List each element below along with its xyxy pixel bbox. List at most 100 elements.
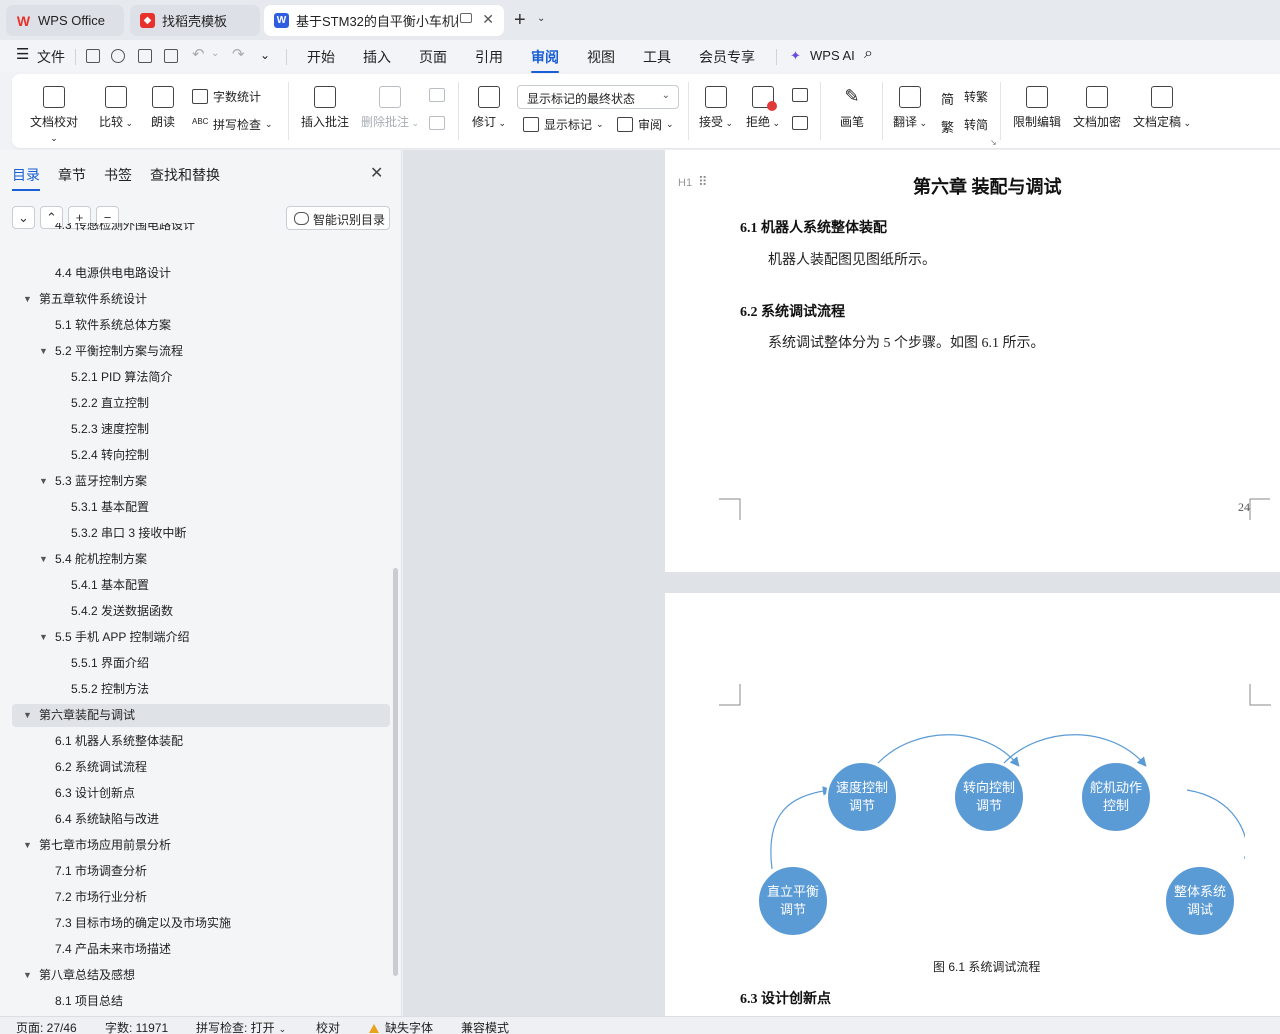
toc-item[interactable]: ▼ 第六章装配与调试 xyxy=(12,704,390,727)
next-change-icon[interactable] xyxy=(792,116,808,130)
menu-tools[interactable]: 工具 xyxy=(643,47,671,67)
next-comment-icon[interactable] xyxy=(429,116,445,130)
drag-handle-icon[interactable]: ⠿ xyxy=(698,174,708,190)
translate-button[interactable]: 翻译 ⌄ xyxy=(892,86,928,130)
hamburger-icon[interactable]: ☰ xyxy=(16,45,29,63)
toc-item[interactable]: 5.2.1 PID 算法简介 xyxy=(12,366,390,389)
doc-proof-button[interactable]: 文档校对 ⌄ xyxy=(29,86,79,144)
toc-item[interactable]: ▼ 5.3 蓝牙控制方案 xyxy=(12,470,390,493)
tab-docer-templates[interactable]: ◆ 找稻壳模板 xyxy=(130,5,260,36)
show-markup-button[interactable]: 显示标记 ⌄ xyxy=(523,116,604,133)
export-icon[interactable] xyxy=(111,49,125,63)
quick-access-more-icon[interactable]: ⌄ xyxy=(260,48,270,62)
to-traditional-button[interactable]: 简 转繁 xyxy=(941,88,988,107)
search-icon[interactable]: ⌕ xyxy=(864,45,873,63)
finalize-button[interactable]: 文档定稿 ⌄ xyxy=(1132,86,1192,130)
sidebar-scrollbar[interactable] xyxy=(393,568,398,976)
toc-item[interactable]: ▼ 5.4 舵机控制方案 xyxy=(12,548,390,571)
toc-item[interactable]: 7.2 市场行业分析 xyxy=(12,886,390,909)
expand-triangle-icon[interactable]: ▼ xyxy=(39,470,48,492)
toc-item[interactable]: 5.2.4 转向控制 xyxy=(12,444,390,467)
toc-item[interactable]: 5.2.2 直立控制 xyxy=(12,392,390,415)
print-icon[interactable] xyxy=(138,49,152,63)
section-heading-6-1[interactable]: 6.1 机器人系统整体装配 xyxy=(740,217,887,237)
toc-item[interactable]: 5.4.1 基本配置 xyxy=(12,574,390,597)
toc-item[interactable]: ▼ 5.5 手机 APP 控制端介绍 xyxy=(12,626,390,649)
encrypt-button[interactable]: 文档加密 xyxy=(1072,86,1122,130)
toc-item[interactable]: ▼ 第五章软件系统设计 xyxy=(12,288,390,311)
toc-item[interactable]: ▼ 第七章市场应用前景分析 xyxy=(12,834,390,857)
chapter-title[interactable]: 第六章 装配与调试 xyxy=(913,173,1062,199)
print-preview-icon[interactable] xyxy=(164,49,178,63)
track-changes-button[interactable]: 修订 ⌄ xyxy=(471,86,507,130)
save-icon[interactable] xyxy=(86,49,100,63)
monitor-icon[interactable] xyxy=(460,13,472,23)
tab-bookmarks[interactable]: 书签 xyxy=(104,165,132,185)
menu-review[interactable]: 审阅 xyxy=(531,47,559,73)
toc-item[interactable]: 5.1 软件系统总体方案 xyxy=(12,314,390,337)
menu-member[interactable]: 会员专享 xyxy=(699,47,755,67)
toc-item[interactable]: 6.2 系统调试流程 xyxy=(12,756,390,779)
menu-insert[interactable]: 插入 xyxy=(363,47,391,67)
figure-caption[interactable]: 图 6.1 系统调试流程 xyxy=(933,958,1040,975)
tab-find-replace[interactable]: 查找和替换 xyxy=(150,165,220,185)
section-heading-6-3[interactable]: 6.3 设计创新点 xyxy=(740,988,831,1008)
expand-triangle-icon[interactable]: ▼ xyxy=(23,704,32,726)
close-tab-icon[interactable]: ✕ xyxy=(482,11,494,28)
markup-state-select[interactable]: 显示标记的最终状态 ⌄ xyxy=(517,85,679,109)
toc-item[interactable]: 5.3.1 基本配置 xyxy=(12,496,390,519)
toc-item[interactable]: ▼ 5.2 平衡控制方案与流程 xyxy=(12,340,390,363)
expand-triangle-icon[interactable]: ▼ xyxy=(39,626,48,648)
review-pane-button[interactable]: 审阅 ⌄ xyxy=(617,116,674,133)
to-simplified-button[interactable]: 繁 转简 xyxy=(941,116,988,135)
toc-item[interactable]: 7.4 产品未来市场描述 xyxy=(12,938,390,961)
toc-item[interactable]: 5.4.2 发送数据函数 xyxy=(12,600,390,623)
toc-item[interactable]: 6.1 机器人系统整体装配 xyxy=(12,730,390,753)
reject-button[interactable]: 拒绝 ⌄ xyxy=(745,86,781,130)
dialog-launcher-icon[interactable]: ↘ xyxy=(990,138,997,147)
menu-file[interactable]: 文件 xyxy=(37,47,65,67)
expand-triangle-icon[interactable]: ▼ xyxy=(39,548,48,570)
previous-comment-icon[interactable] xyxy=(429,88,445,102)
toc-item[interactable]: 4.4 电源供电电路设计 xyxy=(12,262,390,285)
toc-item[interactable]: 7.3 目标市场的确定以及市场实施 xyxy=(12,912,390,935)
expand-triangle-icon[interactable]: ▼ xyxy=(23,834,32,856)
menu-view[interactable]: 视图 xyxy=(587,47,615,67)
previous-change-icon[interactable] xyxy=(792,88,808,102)
insert-comment-button[interactable]: 插入批注 xyxy=(300,86,350,130)
close-icon[interactable]: ✕ xyxy=(370,163,383,183)
toc-item[interactable]: 6.4 系统缺陷与改进 xyxy=(12,808,390,831)
tab-chapters[interactable]: 章节 xyxy=(58,165,86,185)
new-tab-icon[interactable]: + xyxy=(514,9,526,32)
debug-flow-figure[interactable]: 直立平衡 调节 速度控制 调节 转向控制 调节 舵机动作 控制 整体系统 调试 xyxy=(745,733,1245,943)
toc-item[interactable]: 4.3 传感检测外围电路设计 xyxy=(12,223,390,235)
proof-status[interactable]: 校对 xyxy=(316,1019,340,1034)
tab-toc[interactable]: 目录 xyxy=(12,165,40,191)
read-aloud-button[interactable]: 朗读 xyxy=(150,86,176,130)
toc-item[interactable]: 5.5.2 控制方法 xyxy=(12,678,390,701)
paragraph-6-1[interactable]: 机器人装配图见图纸所示。 xyxy=(768,249,936,269)
section-heading-6-2[interactable]: 6.2 系统调试流程 xyxy=(740,301,845,321)
undo-icon[interactable]: ↶ xyxy=(192,45,205,63)
menu-home[interactable]: 开始 xyxy=(307,47,335,67)
word-count[interactable]: 字数: 11971 xyxy=(105,1019,168,1034)
page-indicator[interactable]: 页面: 27/46 xyxy=(16,1019,77,1034)
chevron-down-icon[interactable]: ⌄ xyxy=(537,13,545,24)
tab-wps-office[interactable]: W WPS Office xyxy=(6,5,124,36)
toc-item[interactable]: ▼ 第八章总结及感想 xyxy=(12,964,390,987)
menu-wps-ai[interactable]: WPS AI xyxy=(810,48,855,63)
toc-item[interactable]: 5.5.1 界面介绍 xyxy=(12,652,390,675)
redo-icon[interactable]: ↷ xyxy=(232,45,245,63)
compare-button[interactable]: 比较 ⌄ xyxy=(98,86,134,130)
tab-current-document[interactable]: W 基于STM32的自平衡小车机械 ✕ xyxy=(264,5,504,36)
word-count-button[interactable]: 字数统计 xyxy=(192,88,261,105)
pen-button[interactable]: ✎ 画笔 xyxy=(834,86,870,130)
toc-item[interactable]: 5.3.2 串口 3 接收中断 xyxy=(12,522,390,545)
menu-page[interactable]: 页面 xyxy=(419,47,447,67)
missing-font-status[interactable]: 缺失字体 xyxy=(369,1019,433,1034)
expand-triangle-icon[interactable]: ▼ xyxy=(39,340,48,362)
expand-triangle-icon[interactable]: ▼ xyxy=(23,964,32,986)
delete-comment-button[interactable]: 删除批注 ⌄ xyxy=(360,86,420,130)
spell-check-status[interactable]: 拼写检查: 打开 ⌄ xyxy=(196,1019,286,1034)
restrict-edit-button[interactable]: 限制编辑 xyxy=(1012,86,1062,130)
